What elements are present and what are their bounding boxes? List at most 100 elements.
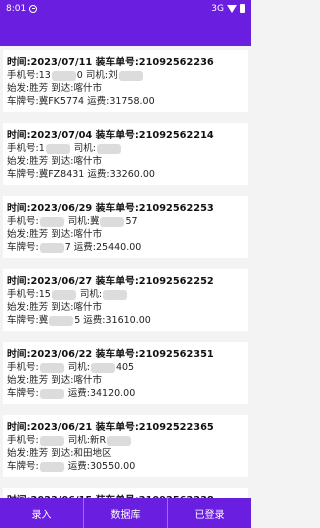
from-label: 始发: xyxy=(7,156,30,167)
record-line-route: 始发:胜芳 到达:喀什市 xyxy=(7,155,244,168)
redaction-mask xyxy=(45,143,70,154)
fee-label: 运费: xyxy=(87,96,110,107)
record-line-time: 时间:2023/06/29 装车单号:21092562253 xyxy=(7,202,244,215)
status-time: 8:01 xyxy=(6,3,27,14)
driver-label: 司机: xyxy=(73,143,96,154)
record-line-time: 时间:2023/06/21 装车单号:21092522365 xyxy=(7,421,244,434)
record-line-route: 始发:胜芳 到达:喀什市 xyxy=(7,82,244,95)
fee-label: 运费: xyxy=(67,388,90,399)
redaction-mask xyxy=(90,362,115,373)
record-line-plate: 车牌号: 7 运费:25440.00 xyxy=(7,241,244,254)
record-line-phone: 手机号: 司机: 405 xyxy=(7,361,244,374)
record-line-plate: 车牌号: 运费:30550.00 xyxy=(7,460,244,473)
time-label: 时间: xyxy=(7,130,31,141)
record-fee: 31610.00 xyxy=(105,315,151,326)
record-order: 21092562351 xyxy=(138,349,214,360)
fee-label: 运费: xyxy=(67,461,90,472)
network-label: 3G xyxy=(211,3,224,14)
record-driver: 刘 xyxy=(108,70,118,81)
order-label: 装车单号: xyxy=(95,422,139,433)
to-label: 到达: xyxy=(51,302,74,313)
record-card[interactable]: 时间:2023/06/22 装车单号:21092562351 手机号: 司机: 40… xyxy=(3,342,248,404)
time-label: 时间: xyxy=(7,276,31,287)
record-from: 胜芳 xyxy=(29,229,49,240)
record-line-time: 时间:2023/07/04 装车单号:21092562214 xyxy=(7,129,244,142)
time-label: 时间: xyxy=(7,203,31,214)
plate-label: 车牌号: xyxy=(7,169,39,180)
record-time: 2023/06/29 xyxy=(30,203,93,214)
record-line-route: 始发:胜芳 到达:和田地区 xyxy=(7,447,244,460)
record-from: 胜芳 xyxy=(29,448,49,459)
record-plate: 冀FZ8431 xyxy=(38,169,85,180)
record-order: 21092562253 xyxy=(138,203,214,214)
entry-button[interactable]: 录入 xyxy=(0,498,83,528)
record-line-route: 始发:胜芳 到达:喀什市 xyxy=(7,301,244,314)
database-button[interactable]: 数据库 xyxy=(83,498,167,528)
redaction-mask xyxy=(118,70,143,81)
from-label: 始发: xyxy=(7,302,30,313)
record-from: 胜芳 xyxy=(29,156,49,167)
record-phone: 13 xyxy=(38,70,51,81)
record-plate-tail: 5 xyxy=(74,315,81,326)
record-line-time: 时间:2023/06/27 装车单号:21092562252 xyxy=(7,275,244,288)
record-to: 喀什市 xyxy=(73,156,102,167)
record-line-phone: 手机号:15 司机: xyxy=(7,288,244,301)
redaction-mask xyxy=(96,143,121,154)
record-line-time: 时间:2023/06/22 装车单号:21092562351 xyxy=(7,348,244,361)
order-label: 装车单号: xyxy=(95,349,139,360)
record-order: 21092522365 xyxy=(138,422,214,433)
record-time: 2023/06/27 xyxy=(30,276,93,287)
order-label: 装车单号: xyxy=(95,276,139,287)
to-label: 到达: xyxy=(51,229,74,240)
record-to: 喀什市 xyxy=(73,83,102,94)
phone-label: 手机号: xyxy=(7,143,39,154)
record-line-plate: 车牌号: 运费:34120.00 xyxy=(7,387,244,400)
bottom-nav: 录入 数据库 已登录 xyxy=(0,498,251,528)
plate-label: 车牌号: xyxy=(7,315,39,326)
redaction-mask xyxy=(49,315,74,326)
record-to: 喀什市 xyxy=(73,229,102,240)
record-from: 胜芳 xyxy=(29,83,49,94)
record-line-phone: 手机号: 司机:新R xyxy=(7,434,244,447)
phone-label: 手机号: xyxy=(7,289,39,300)
record-line-plate: 车牌号:冀FK5774 运费:31758.00 xyxy=(7,95,244,108)
redaction-mask xyxy=(39,435,64,446)
record-card[interactable]: 时间:2023/06/21 装车单号:21092522365 手机号: 司机:新R… xyxy=(3,415,248,477)
record-line-time: 时间:2023/07/11 装车单号:21092562236 xyxy=(7,56,244,69)
record-fee: 30550.00 xyxy=(89,461,136,472)
record-time: 2023/07/04 xyxy=(30,130,93,141)
redaction-mask xyxy=(39,388,64,399)
to-label: 到达: xyxy=(51,448,74,459)
record-card[interactable]: 时间:2023/06/29 装车单号:21092562253 手机号: 司机:冀 5… xyxy=(3,196,248,258)
order-label: 装车单号: xyxy=(95,203,139,214)
record-card[interactable]: 时间:2023/07/04 装车单号:21092562214 手机号:1 司机: 始… xyxy=(3,123,248,185)
record-list[interactable]: 时间:2023/07/11 装车单号:21092562236 手机号:13 0 司机… xyxy=(0,50,251,498)
time-label: 时间: xyxy=(7,349,31,360)
record-card[interactable]: 时间:2023/07/11 装车单号:21092562236 手机号:13 0 司机… xyxy=(3,50,248,112)
record-line-route: 始发:胜芳 到达:喀什市 xyxy=(7,374,244,387)
record-fee: 31758.00 xyxy=(109,96,155,107)
status-bar: 8:01 3G xyxy=(0,0,251,17)
from-label: 始发: xyxy=(7,448,30,459)
time-label: 时间: xyxy=(7,57,31,68)
record-line-route: 始发:胜芳 到达:喀什市 xyxy=(7,228,244,241)
record-card[interactable]: 时间:2023/06/15 装车单号:21092562238手机号:13 司机:… xyxy=(3,488,248,498)
redaction-mask xyxy=(100,216,125,227)
to-label: 到达: xyxy=(51,156,74,167)
record-to: 喀什市 xyxy=(73,375,102,386)
record-order: 21092562252 xyxy=(138,276,214,287)
record-time: 2023/07/11 xyxy=(30,57,93,68)
app-bar xyxy=(0,17,251,46)
record-line-phone: 手机号:1 司机: xyxy=(7,142,244,155)
time-label: 时间: xyxy=(7,422,31,433)
redaction-mask xyxy=(51,70,76,81)
record-card[interactable]: 时间:2023/06/27 装车单号:21092562252 手机号:15 司机:… xyxy=(3,269,248,331)
record-order: 21092562236 xyxy=(138,57,214,68)
record-time: 2023/06/22 xyxy=(30,349,93,360)
record-to: 喀什市 xyxy=(73,302,102,313)
phone-label: 手机号: xyxy=(7,435,39,446)
login-status-button[interactable]: 已登录 xyxy=(167,498,251,528)
record-line-phone: 手机号: 司机:冀 57 xyxy=(7,215,244,228)
signal-icon xyxy=(227,4,237,13)
order-label: 装车单号: xyxy=(95,57,139,68)
